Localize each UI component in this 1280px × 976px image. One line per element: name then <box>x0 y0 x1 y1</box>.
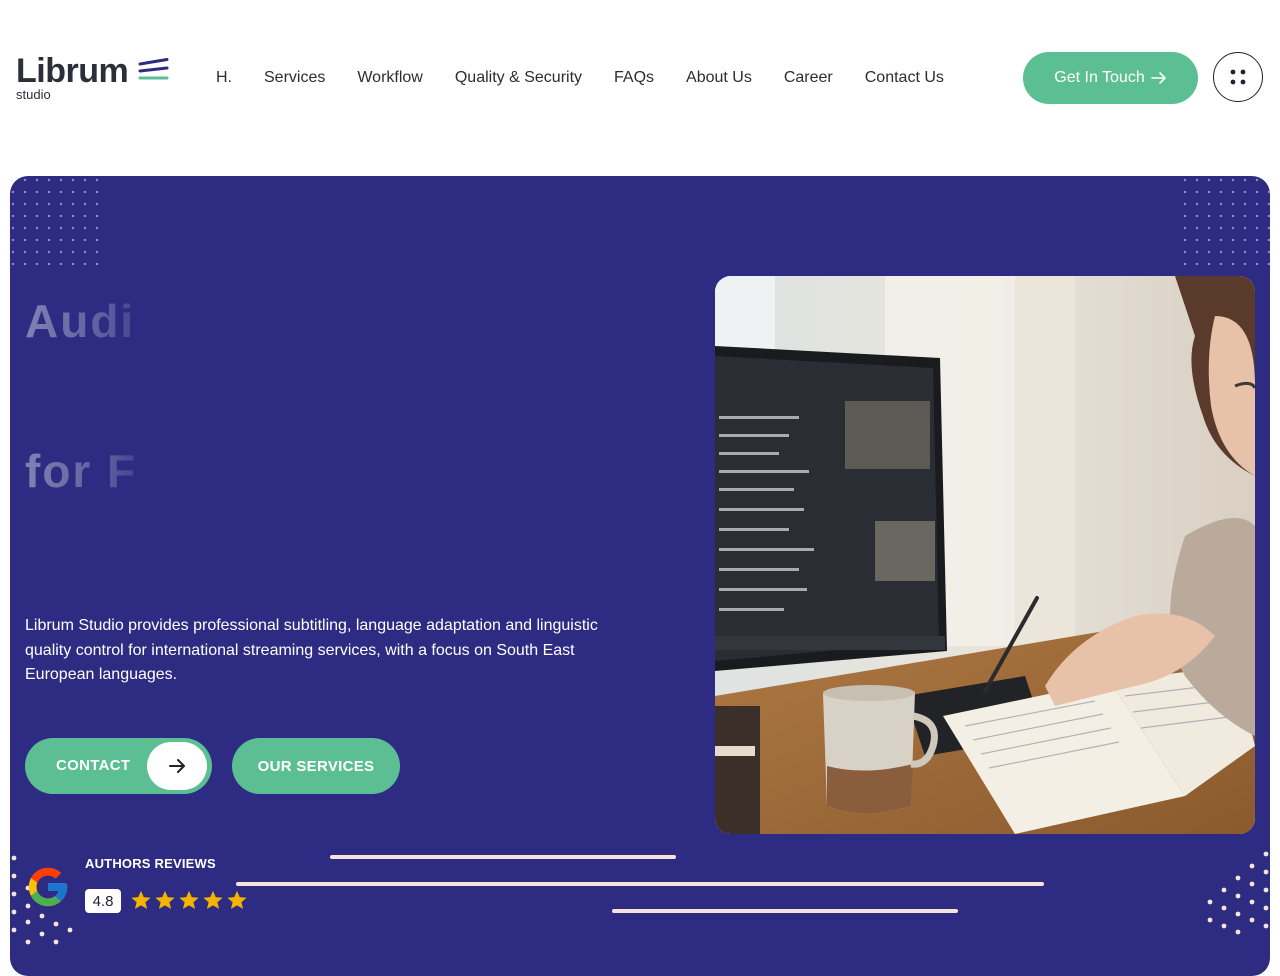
star-icon <box>227 890 247 909</box>
google-g-icon <box>28 867 68 907</box>
star-rating <box>130 889 248 913</box>
nav-item-home[interactable]: H. <box>200 66 248 90</box>
get-in-touch-button[interactable]: Get In Touch <box>1023 52 1198 104</box>
dot-pattern-top-right <box>1180 176 1270 272</box>
get-in-touch-label: Get In Touch <box>1054 69 1145 86</box>
dot-pattern-top-left <box>10 176 102 272</box>
our-services-button[interactable]: OUR SERVICES <box>232 738 400 794</box>
nav-item-about-us[interactable]: About Us <box>670 66 768 90</box>
nav-item-workflow[interactable]: Workflow <box>341 66 439 90</box>
site-header: Librum studio H. Services Workflow Quali… <box>0 0 1280 156</box>
menu-button[interactable] <box>1213 52 1263 102</box>
rating-value: 4.8 <box>85 889 121 913</box>
star-icon <box>131 890 151 909</box>
nav-item-services[interactable]: Services <box>248 66 341 90</box>
hero-headline-line-1: Audi <box>25 295 136 347</box>
person-at-desk-with-monitor-photo <box>715 276 1255 834</box>
logo[interactable]: Librum studio <box>16 52 176 104</box>
arrow-right-icon <box>169 759 185 773</box>
hero-section: Audi for F Librum Studio provides profes… <box>10 176 1270 976</box>
logo-wordmark: Librum <box>16 52 129 90</box>
nav-item-faqs[interactable]: FAQs <box>598 66 670 90</box>
decorative-line <box>330 855 676 859</box>
dot-pattern-bottom-right <box>1207 851 1269 935</box>
contact-button[interactable]: CONTACT <box>25 738 212 794</box>
nav-item-career[interactable]: Career <box>768 66 849 90</box>
star-icon <box>155 890 175 909</box>
hero-description: Librum Studio provides professional subt… <box>25 617 598 683</box>
nav-item-contact-us[interactable]: Contact Us <box>849 66 960 90</box>
star-icon <box>179 890 199 909</box>
decorative-line <box>612 909 958 913</box>
main-nav: H. Services Workflow Quality & Security … <box>200 66 960 90</box>
logo-subtitle: studio <box>16 87 51 102</box>
logo-lines-icon <box>138 58 169 80</box>
hero-photo <box>715 276 1255 834</box>
contact-arrow-circle <box>147 742 207 790</box>
star-icon <box>203 890 223 909</box>
nav-item-quality-security[interactable]: Quality & Security <box>439 66 598 90</box>
contact-button-label: CONTACT <box>56 757 131 774</box>
decorative-line <box>236 882 1044 886</box>
dots-grid-icon <box>1230 69 1246 85</box>
hero-headline-line-2: for F <box>25 445 138 497</box>
arrow-right-icon <box>1150 72 1166 84</box>
reviews-title: AUTHORS REVIEWS <box>85 856 216 871</box>
